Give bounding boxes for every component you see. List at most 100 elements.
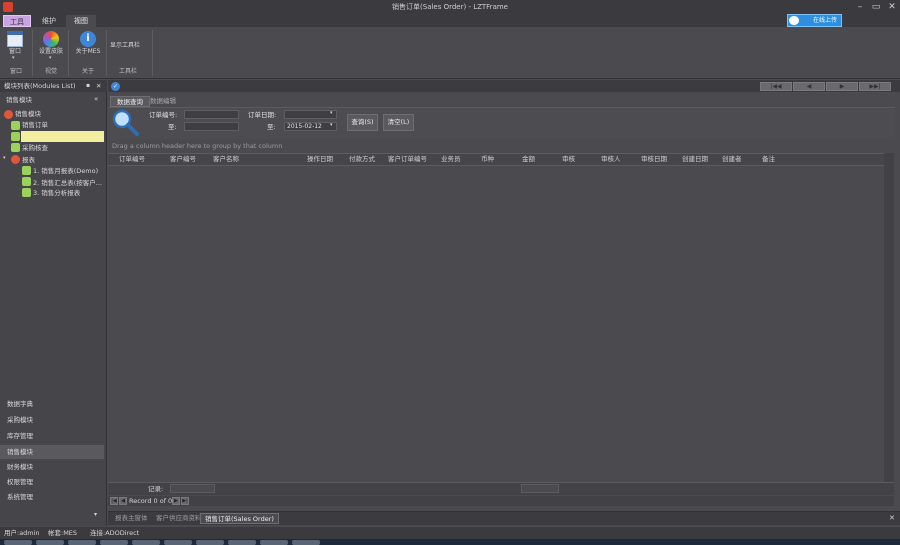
column-header[interactable]: 金额	[522, 156, 535, 163]
tab-data-edit[interactable]: 数据编辑	[144, 96, 182, 107]
column-header[interactable]: 操作日期	[307, 156, 333, 163]
nav-inventory[interactable]: 库存管理	[0, 429, 104, 443]
about-button[interactable]: 关于MES	[72, 49, 104, 55]
ribbon-tab-bar	[0, 15, 900, 27]
group-divider	[32, 30, 33, 76]
query-button[interactable]: 查询(S)	[347, 114, 378, 131]
dropdown-arrow-icon: ▾	[49, 55, 52, 61]
group-label-toolbar: 工具栏	[118, 68, 137, 75]
nav-permission[interactable]: 权限管理	[0, 475, 104, 489]
palette-icon	[43, 31, 59, 47]
order-no-label: 订单编号:	[149, 111, 178, 119]
leaf-icon	[11, 132, 20, 141]
column-header[interactable]: 订单编号	[119, 156, 145, 163]
tree-item-report2[interactable]: 2. 销售汇总表(按客户...	[33, 180, 102, 187]
column-header[interactable]: 审核日期	[641, 156, 667, 163]
column-header[interactable]: 创建者	[722, 156, 742, 163]
panel-close-icon[interactable]: ✕	[96, 83, 101, 90]
tree-item-selected[interactable]	[21, 131, 104, 142]
column-header[interactable]: 付款方式	[349, 156, 375, 163]
taskbar-app[interactable]	[292, 540, 320, 545]
minimize-button[interactable]: –	[853, 2, 867, 13]
column-header[interactable]: 币种	[481, 156, 494, 163]
pager-last-button[interactable]: ▶▶|	[859, 82, 891, 91]
column-header[interactable]: 审核人	[601, 156, 621, 163]
column-header[interactable]: 客户编号	[170, 156, 196, 163]
taskbar-app[interactable]	[228, 540, 256, 545]
check-icon[interactable]: ✓	[111, 82, 120, 91]
column-header[interactable]: 创建日期	[682, 156, 708, 163]
search-icon	[112, 109, 139, 136]
tab-maintain[interactable]: 维护	[36, 15, 62, 27]
section-title: 销售模块	[6, 96, 32, 104]
nav-finance[interactable]: 财务模块	[0, 460, 104, 474]
date-dropdown-icon[interactable]: ▾	[330, 111, 333, 116]
record-last-button[interactable]: ▶|	[181, 497, 189, 505]
taskbar-app[interactable]	[164, 540, 192, 545]
order-no-to-input[interactable]	[184, 122, 239, 131]
vertical-scrollbar[interactable]	[884, 153, 894, 495]
leaf-icon	[22, 188, 31, 197]
column-header[interactable]: 业务员	[441, 156, 461, 163]
record-next-button[interactable]: ▶	[172, 497, 180, 505]
collapse-icon[interactable]: «	[94, 96, 98, 103]
tree-node-sales[interactable]: 销售模块	[15, 111, 41, 118]
close-button[interactable]: ✕	[885, 2, 899, 13]
column-header[interactable]: 客户名称	[213, 156, 239, 163]
taskbar-app[interactable]	[132, 540, 160, 545]
taskbar-app[interactable]	[36, 540, 64, 545]
tab-view[interactable]: 视图	[66, 15, 96, 27]
dropdown-arrow-icon: ▾	[12, 55, 15, 61]
taskbar-app[interactable]	[260, 540, 288, 545]
taskbar-app[interactable]	[68, 540, 96, 545]
info-icon: i	[80, 31, 96, 47]
restore-button[interactable]: ▭	[869, 2, 883, 13]
nav-sales[interactable]: 销售模块	[0, 445, 104, 459]
doc-tab-report-main[interactable]: 报表主窗体	[111, 513, 152, 524]
doc-tab-close-icon[interactable]: ✕	[889, 515, 895, 522]
tree-item-sales-order[interactable]: 销售订单	[22, 122, 48, 129]
status-account: 帐套:MES	[48, 529, 78, 537]
date-dropdown-icon[interactable]: ▾	[330, 123, 333, 128]
column-header[interactable]: 备注	[762, 156, 775, 163]
doc-tab-sales-order[interactable]: 销售订单(Sales Order)	[200, 513, 279, 524]
window-icon-bar	[7, 31, 23, 35]
grid-body[interactable]	[108, 167, 884, 482]
nav-system[interactable]: 系统管理	[0, 490, 104, 504]
taskbar-app[interactable]	[4, 540, 32, 545]
cloud-icon	[789, 16, 799, 25]
pager-prev-button[interactable]: ◀	[793, 82, 825, 91]
nav-purchase[interactable]: 采购模块	[0, 413, 104, 427]
taskbar-app[interactable]	[100, 540, 128, 545]
order-no-input[interactable]	[184, 110, 239, 119]
pager-next-button[interactable]: ▶	[826, 82, 858, 91]
tree-node-reports[interactable]: 报表	[22, 157, 35, 164]
footer-summary-cell	[521, 484, 559, 493]
status-user: 用户:admin	[4, 529, 40, 537]
window-button[interactable]: 窗口	[2, 49, 28, 55]
taskbar-app[interactable]	[196, 540, 224, 545]
tree-item-report3[interactable]: 3. 销售分析报表	[33, 190, 80, 197]
status-connection: 连接:ADODirect	[90, 529, 140, 537]
tab-file[interactable]: 工具	[3, 15, 31, 27]
online-upload-label: 在线上传	[812, 17, 837, 24]
horizontal-scrollbar[interactable]	[108, 496, 894, 506]
clear-button[interactable]: 清空(L)	[383, 114, 414, 131]
show-toolbar-button[interactable]: 显示工具栏	[110, 43, 140, 49]
group-label-skin: 视觉	[44, 68, 57, 75]
group-divider	[152, 30, 153, 76]
pager-first-button[interactable]: |◀◀	[760, 82, 792, 91]
record-prev-button[interactable]: ◀	[119, 497, 127, 505]
expand-arrow-icon[interactable]: ▾	[3, 156, 6, 161]
nav-data-dict[interactable]: 数据字典	[0, 397, 104, 411]
order-no-to-label: 至:	[168, 123, 177, 131]
doc-tab-customer-supplier[interactable]: 客户供应商资料	[152, 513, 206, 524]
column-header[interactable]: 客户订单编号	[388, 156, 427, 163]
tree-item-report1[interactable]: 1. 销售月报表(Demo)	[33, 168, 98, 175]
more-nav-icon[interactable]: ▾	[94, 512, 97, 518]
window-title: 销售订单(Sales Order) - LZTFrame	[392, 3, 508, 11]
tree-item-purchase-check[interactable]: 采购核查	[22, 145, 48, 152]
column-header[interactable]: 审核	[562, 156, 575, 163]
pin-icon[interactable]: ▪	[86, 83, 90, 89]
record-first-button[interactable]: |◀	[110, 497, 118, 505]
